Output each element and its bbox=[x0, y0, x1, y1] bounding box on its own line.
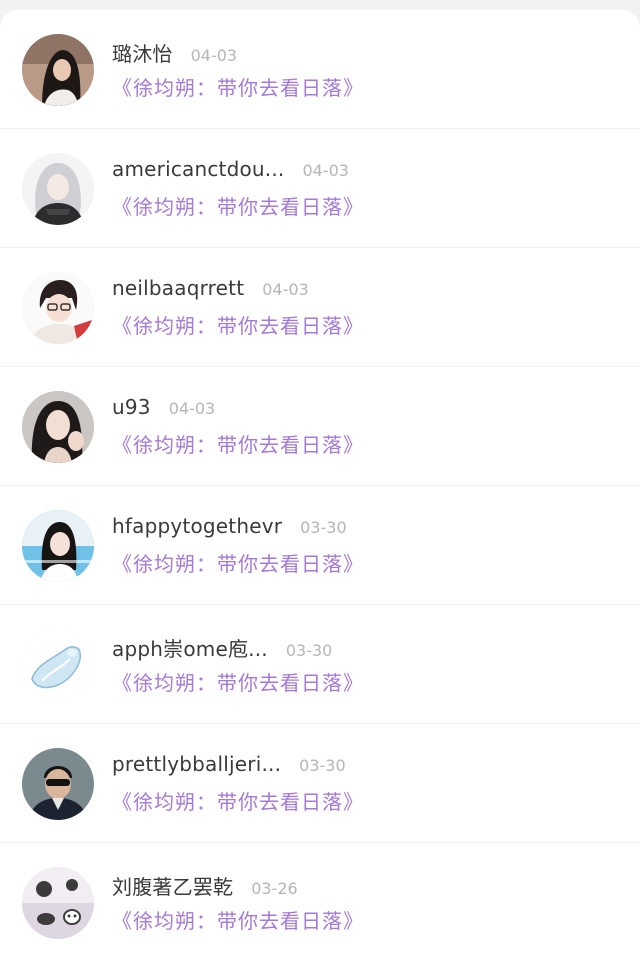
username[interactable]: hfappytogethevr bbox=[112, 514, 282, 538]
avatar-man-sunglasses-icon[interactable] bbox=[22, 747, 94, 820]
avatar-cartoon-pattern-icon[interactable] bbox=[22, 866, 94, 939]
avatar-woman-dark-hair-icon[interactable] bbox=[22, 33, 94, 106]
username[interactable]: 璐沐怡 bbox=[112, 38, 173, 67]
list-item[interactable]: apph崇ome庖... 03-30 《徐均朔：带你去看日落》 bbox=[0, 605, 640, 724]
list-item[interactable]: u93 04-03 《徐均朔：带你去看日落》 bbox=[0, 367, 640, 486]
song-link[interactable]: 《徐均朔：带你去看日落》 bbox=[112, 548, 364, 577]
song-link[interactable]: 《徐均朔：带你去看日落》 bbox=[112, 786, 364, 815]
list-item[interactable]: 刘腹著乙罢乾 03-26 《徐均朔：带你去看日落》 bbox=[0, 843, 640, 962]
username[interactable]: neilbaaqrrett bbox=[112, 276, 244, 300]
avatar-glass-shoe-icon[interactable] bbox=[22, 628, 94, 701]
username[interactable]: americanctdou... bbox=[112, 157, 284, 181]
song-link[interactable]: 《徐均朔：带你去看日落》 bbox=[112, 72, 364, 101]
timestamp: 03-26 bbox=[251, 879, 298, 898]
list-item[interactable]: 璐沐怡 04-03 《徐均朔：带你去看日落》 bbox=[0, 10, 640, 129]
song-link[interactable]: 《徐均朔：带你去看日落》 bbox=[112, 667, 364, 696]
timestamp: 03-30 bbox=[299, 756, 346, 775]
list-item[interactable]: prettlybballjeri... 03-30 《徐均朔：带你去看日落》 bbox=[0, 724, 640, 843]
username[interactable]: prettlybballjeri... bbox=[112, 752, 281, 776]
timestamp: 04-03 bbox=[190, 46, 238, 65]
list-item[interactable]: americanctdou... 04-03 《徐均朔：带你去看日落》 bbox=[0, 129, 640, 248]
timestamp: 04-03 bbox=[302, 161, 349, 180]
song-link[interactable]: 《徐均朔：带你去看日落》 bbox=[112, 905, 364, 934]
avatar-anime-boy-glasses-icon[interactable] bbox=[22, 271, 94, 344]
timestamp: 04-03 bbox=[168, 399, 216, 418]
avatar-woman-selfie-icon[interactable] bbox=[22, 390, 94, 463]
avatar-girl-blue-background-icon[interactable] bbox=[22, 509, 94, 582]
avatar-anime-girl-grey-hair-icon[interactable] bbox=[22, 152, 94, 225]
song-link[interactable]: 《徐均朔：带你去看日落》 bbox=[112, 310, 364, 339]
timestamp: 04-03 bbox=[262, 280, 309, 299]
comment-list: 璐沐怡 04-03 《徐均朔：带你去看日落》 americanctdou... bbox=[0, 10, 640, 962]
list-item[interactable]: neilbaaqrrett 04-03 《徐均朔：带你去看日落》 bbox=[0, 248, 640, 367]
username[interactable]: 刘腹著乙罢乾 bbox=[112, 871, 233, 900]
username[interactable]: apph崇ome庖... bbox=[112, 633, 268, 662]
list-item[interactable]: hfappytogethevr 03-30 《徐均朔：带你去看日落》 bbox=[0, 486, 640, 605]
comment-panel: 璐沐怡 04-03 《徐均朔：带你去看日落》 americanctdou... bbox=[0, 10, 640, 970]
song-link[interactable]: 《徐均朔：带你去看日落》 bbox=[112, 191, 364, 220]
username[interactable]: u93 bbox=[112, 395, 151, 419]
song-link[interactable]: 《徐均朔：带你去看日落》 bbox=[112, 429, 364, 458]
timestamp: 03-30 bbox=[300, 518, 347, 537]
timestamp: 03-30 bbox=[285, 641, 333, 660]
